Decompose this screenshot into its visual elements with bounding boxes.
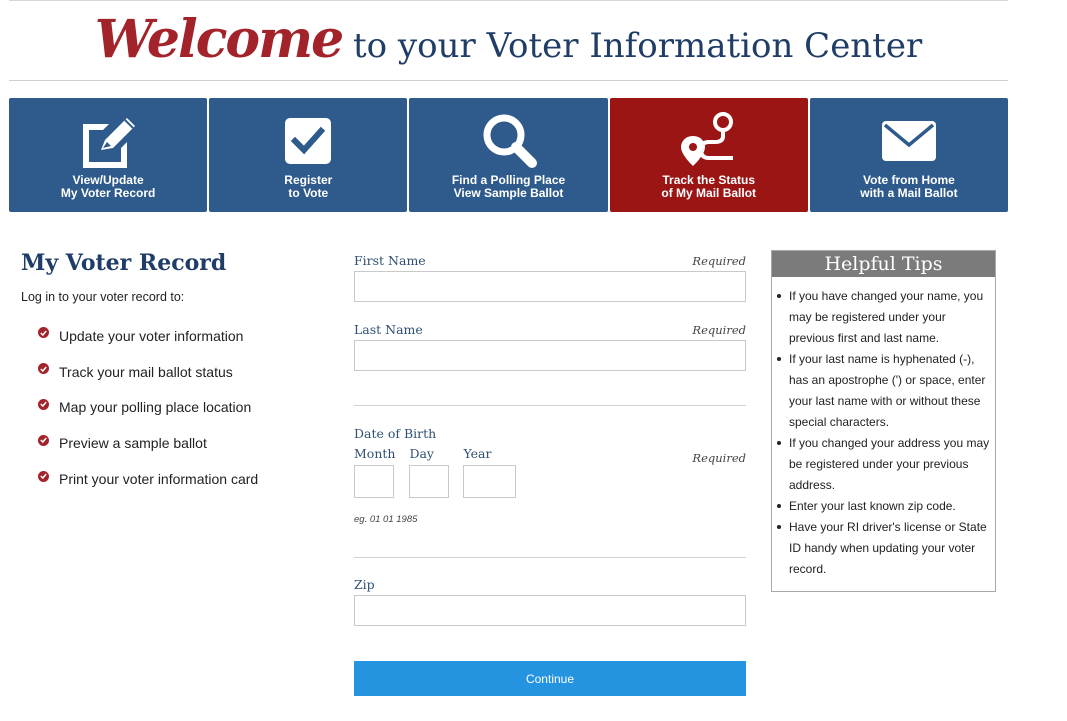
tile-register[interactable]: Register to Vote — [209, 98, 408, 212]
check-circle-icon — [38, 398, 49, 410]
month-input[interactable] — [354, 465, 394, 498]
envelope-icon — [878, 110, 940, 172]
tile-view-update-record[interactable]: View/Update My Voter Record — [9, 98, 208, 212]
voter-record-intro: My Voter Record Log in to your voter rec… — [21, 250, 321, 497]
list-item: If you changed your address you may be r… — [776, 433, 993, 496]
tile-label-line2: My Voter Record — [60, 186, 156, 200]
continue-button[interactable]: Continue — [354, 661, 746, 696]
day-label: Day — [409, 446, 434, 461]
benefit-text: Preview a sample ballot — [59, 435, 207, 452]
tile-label-line2: to Vote — [288, 186, 329, 200]
banner-title: to your Voter Information Center — [342, 26, 923, 66]
year-input[interactable] — [463, 465, 517, 498]
search-icon — [478, 110, 540, 172]
tile-track-mail-ballot[interactable]: Track the Status of My Mail Ballot — [609, 98, 808, 212]
list-item: Map your polling place location — [21, 390, 321, 426]
nav-tiles: View/Update My Voter Record Register to … — [9, 98, 1009, 212]
list-item: Preview a sample ballot — [21, 425, 321, 461]
helpful-tips-panel: Helpful Tips If you have changed your na… — [771, 250, 996, 592]
benefit-text: Track your mail ballot status — [59, 363, 233, 380]
welcome-script: Welcome — [94, 9, 344, 70]
welcome-banner: Welcome to your Voter Information Center — [0, 4, 1017, 76]
list-item: Print your voter information card — [21, 461, 321, 497]
list-item: Update your voter information — [21, 318, 321, 354]
tile-label-line2: with a Mail Ballot — [860, 186, 958, 200]
checkbox-icon — [277, 110, 339, 172]
list-item: Track your mail ballot status — [21, 354, 321, 390]
first-name-input[interactable] — [354, 271, 746, 302]
benefit-list: Update your voter information Track your… — [21, 318, 321, 497]
check-circle-icon — [38, 363, 49, 375]
route-pin-icon — [678, 110, 740, 172]
zip-input[interactable] — [354, 595, 746, 626]
benefit-text: Update your voter information — [59, 327, 244, 344]
intro-text: Log in to your voter record to: — [21, 290, 185, 304]
tips-list: If you have changed your name, you may b… — [772, 277, 995, 580]
benefit-text: Map your polling place location — [59, 399, 252, 416]
tile-find-polling-place[interactable]: Find a Polling Place View Sample Ballot — [409, 98, 608, 212]
month-label: Month — [354, 446, 396, 461]
divider — [354, 557, 746, 558]
edit-icon — [77, 110, 139, 172]
check-circle-icon — [38, 470, 49, 482]
dob-hint: eg. 01 01 1985 — [354, 514, 418, 525]
tile-label-line2: of My Mail Ballot — [661, 186, 757, 200]
required-label: Required — [692, 323, 746, 337]
list-item: If your last name is hyphenated (-), has… — [776, 349, 993, 433]
required-label: Required — [692, 254, 746, 268]
voter-lookup-form: First Name Required Last Name Required D… — [354, 250, 746, 626]
section-title: My Voter Record — [21, 250, 227, 276]
tile-label-line2: View Sample Ballot — [453, 186, 564, 200]
day-input[interactable] — [409, 465, 450, 498]
check-circle-icon — [38, 327, 49, 339]
first-name-label: First Name — [354, 253, 426, 268]
tips-title: Helpful Tips — [772, 251, 995, 277]
list-item: Enter your last known zip code. — [776, 496, 993, 517]
tile-vote-from-home[interactable]: Vote from Home with a Mail Ballot — [809, 98, 1009, 212]
list-item: If you have changed your name, you may b… — [776, 286, 993, 349]
dob-label: Date of Birth — [354, 426, 437, 441]
last-name-input[interactable] — [354, 340, 746, 371]
zip-label: Zip — [354, 577, 375, 592]
year-label: Year — [463, 446, 492, 461]
required-label: Required — [692, 451, 746, 465]
benefit-text: Print your voter information card — [59, 471, 259, 488]
top-rule — [9, 0, 1008, 1]
dob-fields: Month Day Year — [354, 446, 517, 498]
list-item: Have your RI driver's license or State I… — [776, 517, 993, 580]
header-rule — [9, 80, 1008, 81]
divider — [354, 405, 746, 406]
check-circle-icon — [38, 434, 49, 446]
last-name-label: Last Name — [354, 322, 423, 337]
